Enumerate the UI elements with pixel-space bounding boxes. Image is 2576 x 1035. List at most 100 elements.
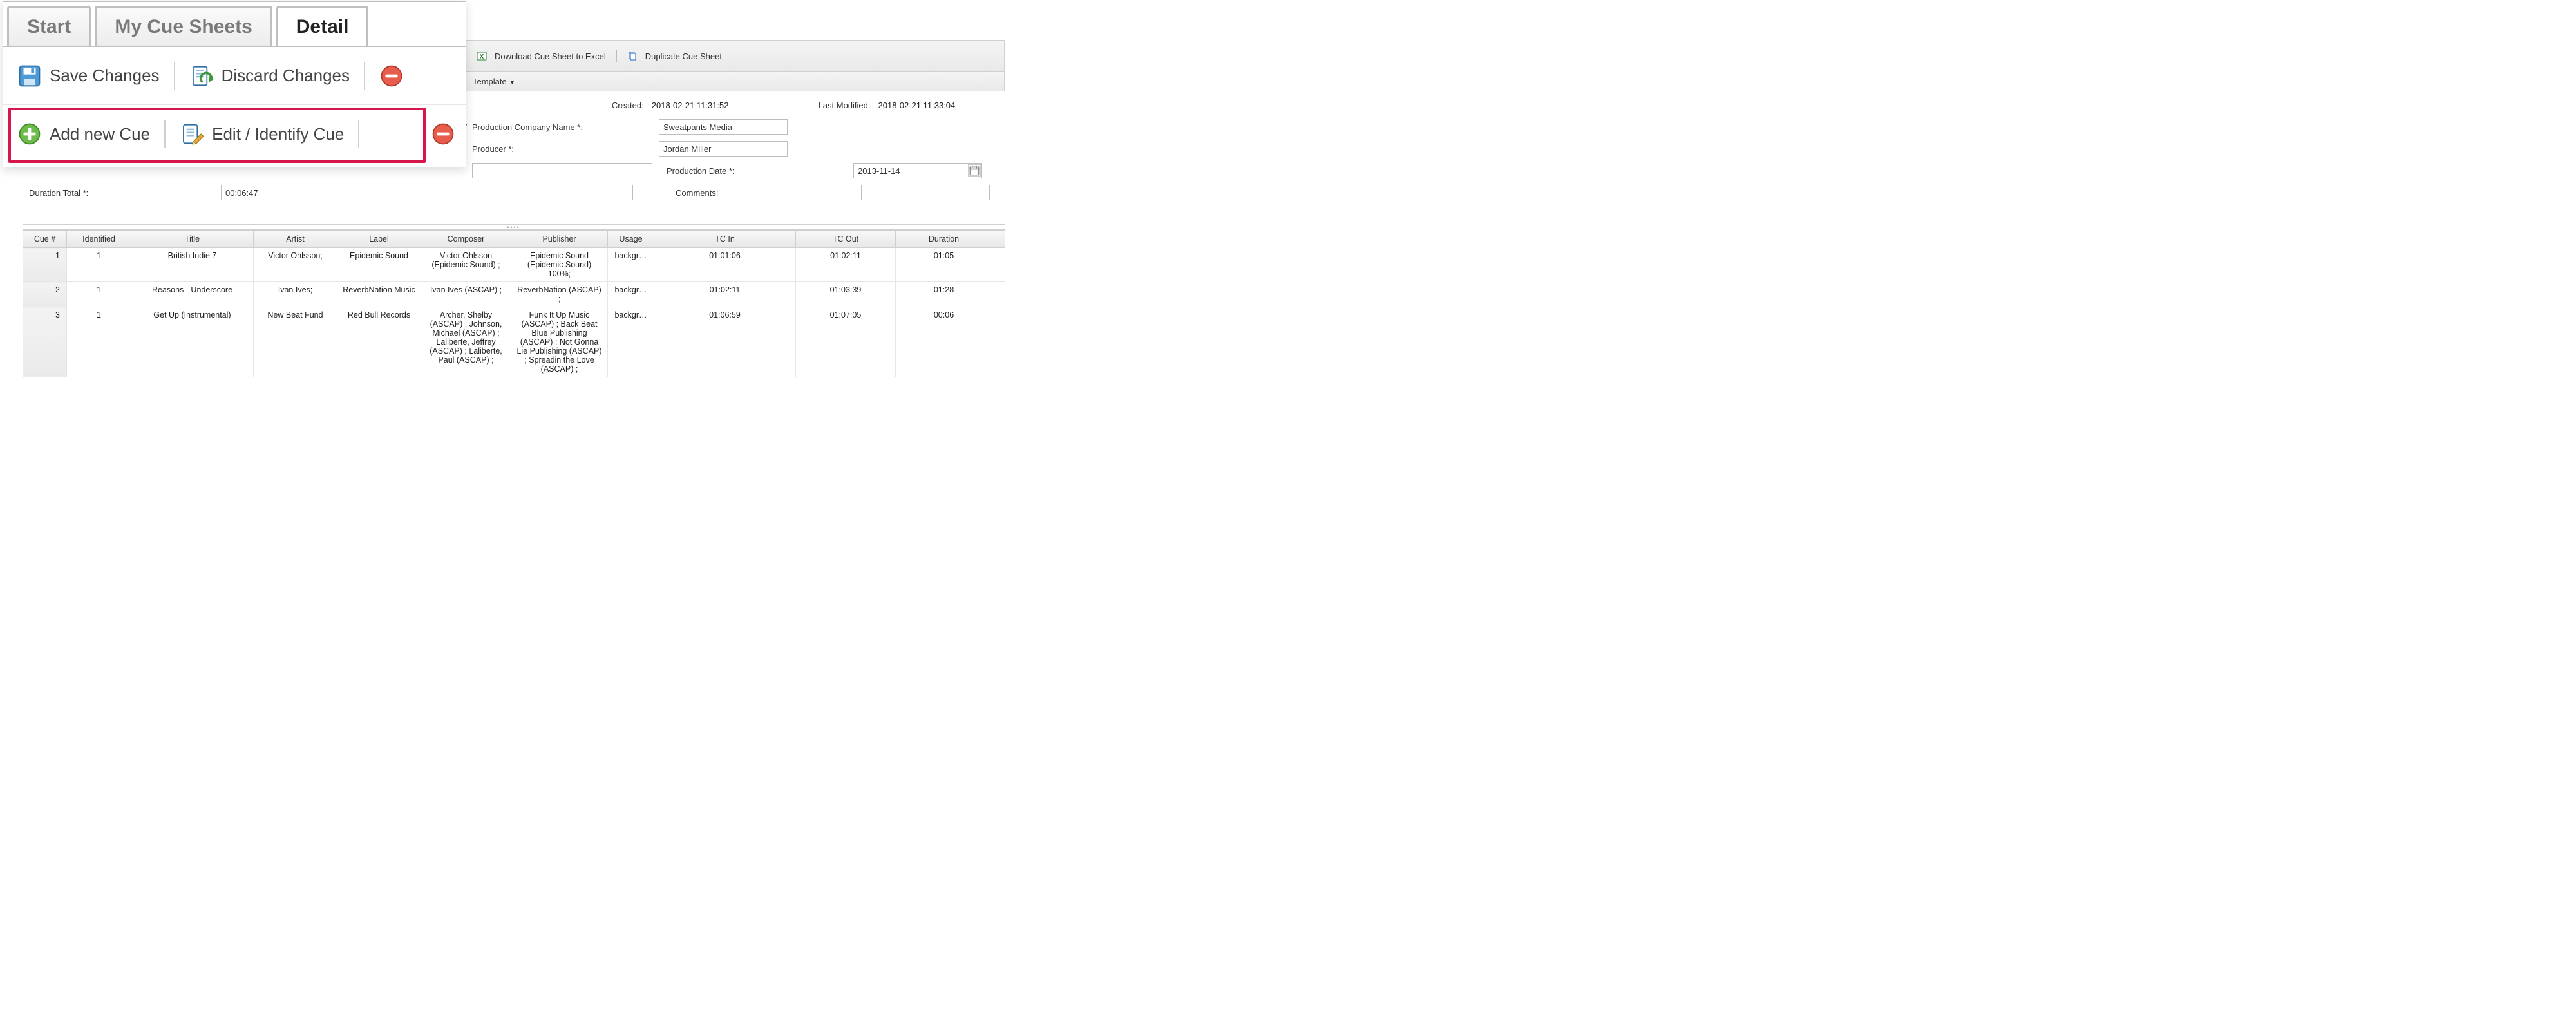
table-row[interactable]: 21Reasons - UnderscoreIvan Ives;ReverbNa… <box>23 282 1005 307</box>
cell-artist: New Beat Fund <box>254 307 337 377</box>
col-spacer <box>992 231 1005 248</box>
delete-icon <box>431 122 455 146</box>
created-value: 2018-02-21 11:31:52 <box>652 100 729 110</box>
discard-changes-label: Discard Changes <box>222 66 350 86</box>
col-usage[interactable]: Usage <box>608 231 654 248</box>
excel-icon: X <box>477 51 487 61</box>
producer-label: Producer *: <box>472 144 514 154</box>
table-row[interactable]: 31Get Up (Instrumental)New Beat FundRed … <box>23 307 1005 377</box>
col-composer[interactable]: Composer <box>421 231 511 248</box>
cell-tc-out: 01:07:05 <box>796 307 896 377</box>
col-tc-out[interactable]: TC Out <box>796 231 896 248</box>
add-new-cue-label: Add new Cue <box>50 124 150 144</box>
cell-cue-no: 3 <box>23 307 67 377</box>
cell-composer: Ivan Ives (ASCAP) ; <box>421 282 511 307</box>
cell-title: British Indie 7 <box>131 248 254 282</box>
add-icon <box>17 122 42 146</box>
cell-artist: Ivan Ives; <box>254 282 337 307</box>
edit-identify-cue-button[interactable]: Edit / Identify Cue <box>176 119 348 149</box>
comments-label: Comments: <box>676 188 718 198</box>
delete-icon <box>379 64 404 88</box>
overlay-panel: Start My Cue Sheets Detail Save Changes … <box>3 1 466 167</box>
download-excel-button[interactable]: Download Cue Sheet to Excel <box>495 52 606 61</box>
cell-cue-no: 2 <box>23 282 67 307</box>
cell-duration: 00:06 <box>896 307 992 377</box>
col-title[interactable]: Title <box>131 231 254 248</box>
col-duration[interactable]: Duration <box>896 231 992 248</box>
col-cue-no[interactable]: Cue # <box>23 231 67 248</box>
cell-title: Get Up (Instrumental) <box>131 307 254 377</box>
template-label: Template <box>473 77 507 86</box>
cell-usage: backgr… <box>608 307 654 377</box>
cell-tc-out: 01:02:11 <box>796 248 896 282</box>
cell-cue-no: 1 <box>23 248 67 282</box>
tab-start[interactable]: Start <box>7 6 91 46</box>
cell-publisher: ReverbNation (ASCAP) ; <box>511 282 608 307</box>
unknown-input-1[interactable] <box>472 163 652 178</box>
col-tc-in[interactable]: TC In <box>654 231 796 248</box>
cell-spacer <box>992 248 1005 282</box>
col-identified[interactable]: Identified <box>67 231 131 248</box>
cue-grid: •••• Cue # Identified Title Artist Label <box>23 224 1005 377</box>
separator <box>174 62 175 90</box>
cell-usage: backgr… <box>608 282 654 307</box>
cell-tc-in: 01:06:59 <box>654 307 796 377</box>
duplicate-icon <box>627 51 638 61</box>
cell-identified: 1 <box>67 307 131 377</box>
cell-tc-out: 01:03:39 <box>796 282 896 307</box>
cell-publisher: Funk It Up Music (ASCAP) ; Back Beat Blu… <box>511 307 608 377</box>
overlay-tabs: Start My Cue Sheets Detail <box>3 2 466 47</box>
add-new-cue-button[interactable]: Add new Cue <box>14 119 154 149</box>
grid-resize-handle[interactable]: •••• <box>23 225 1005 230</box>
col-publisher[interactable]: Publisher <box>511 231 608 248</box>
cell-spacer <box>992 282 1005 307</box>
separator <box>616 50 617 62</box>
cell-artist: Victor Ohlsson; <box>254 248 337 282</box>
tab-my-cue-sheets[interactable]: My Cue Sheets <box>95 6 272 46</box>
cell-identified: 1 <box>67 248 131 282</box>
duplicate-cue-sheet-button[interactable]: Duplicate Cue Sheet <box>645 52 722 61</box>
created-label: Created: <box>612 100 644 110</box>
producer-input[interactable] <box>659 141 788 157</box>
edit-icon <box>180 122 204 146</box>
modified-value: 2018-02-21 11:33:04 <box>878 100 956 110</box>
tab-detail[interactable]: Detail <box>276 6 369 46</box>
template-dropdown[interactable]: Template ▼ <box>473 77 515 86</box>
comments-input[interactable] <box>861 185 990 200</box>
col-label[interactable]: Label <box>337 231 421 248</box>
overlay-toolbar-2: Add new Cue Edit / Identify Cue <box>3 105 466 163</box>
discard-changes-button[interactable]: Discard Changes <box>185 61 354 91</box>
delete-button-1[interactable] <box>375 61 404 91</box>
cell-composer: Victor Ohlsson (Epidemic Sound) ; <box>421 248 511 282</box>
separator <box>358 120 359 148</box>
col-artist[interactable]: Artist <box>254 231 337 248</box>
prod-date-input[interactable] <box>853 163 982 178</box>
svg-text:X: X <box>480 53 484 61</box>
grid-header-row: Cue # Identified Title Artist Label Comp… <box>23 231 1005 248</box>
save-changes-button[interactable]: Save Changes <box>14 61 164 91</box>
cell-composer: Archer, Shelby (ASCAP) ; Johnson, Michae… <box>421 307 511 377</box>
prod-date-label: Production Date *: <box>667 166 735 176</box>
delete-button-2[interactable] <box>427 119 455 149</box>
calendar-icon[interactable] <box>968 164 981 177</box>
save-changes-label: Save Changes <box>50 66 160 86</box>
table-row[interactable]: 11British Indie 7Victor Ohlsson;Epidemic… <box>23 248 1005 282</box>
save-icon <box>17 64 42 88</box>
duration-total-input[interactable] <box>221 185 633 200</box>
cell-duration: 01:05 <box>896 248 992 282</box>
separator <box>364 62 365 90</box>
cell-usage: backgr… <box>608 248 654 282</box>
overlay-toolbar-1: Save Changes Discard Changes <box>3 47 466 105</box>
separator <box>164 120 166 148</box>
chevron-down-icon: ▼ <box>509 79 515 86</box>
edit-identify-cue-label: Edit / Identify Cue <box>212 124 344 144</box>
cell-spacer <box>992 307 1005 377</box>
cell-publisher: Epidemic Sound (Epidemic Sound) 100%; <box>511 248 608 282</box>
company-input[interactable] <box>659 119 788 135</box>
cell-duration: 01:28 <box>896 282 992 307</box>
cell-tc-in: 01:02:11 <box>654 282 796 307</box>
duration-total-label: Duration Total *: <box>29 188 88 198</box>
cell-label: ReverbNation Music <box>337 282 421 307</box>
discard-icon <box>189 64 214 88</box>
cell-label: Epidemic Sound <box>337 248 421 282</box>
